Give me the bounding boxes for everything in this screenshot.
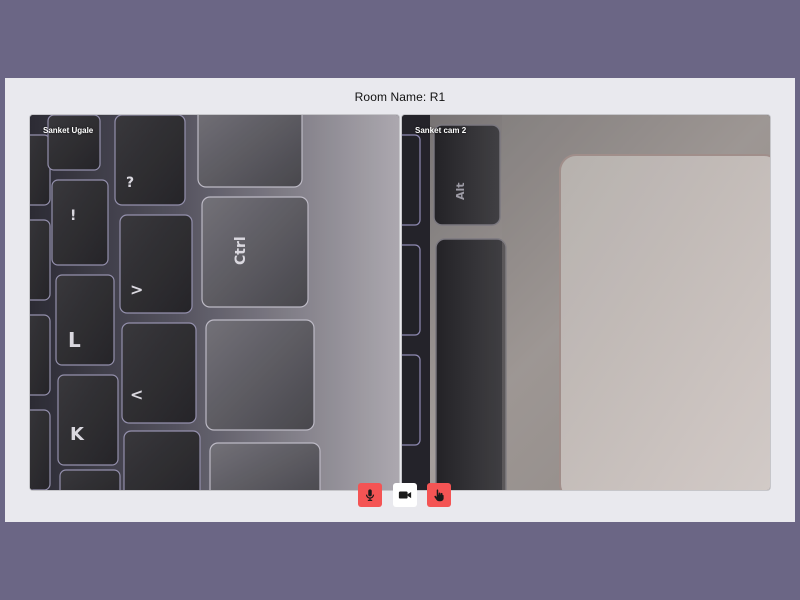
video-feed-touchpad: Alt [402,115,770,490]
hand-icon [434,489,444,502]
raise-hand-button[interactable] [427,483,451,507]
microphone-icon [365,489,375,501]
participant-name-label: Sanket Ugale [43,126,94,135]
video-tile-sanket-cam-2[interactable]: Alt Sanket cam 2 [402,115,770,490]
video-feed-keyboard: ! L K > < ? Ctrl [30,115,399,490]
call-controls [358,483,453,507]
mute-microphone-button[interactable] [358,483,382,507]
video-camera-icon [398,491,412,499]
meeting-panel: Room Name: R1 ! L K > < ? Ctrl Sanket Ug… [5,78,795,522]
toggle-camera-button[interactable] [393,483,417,507]
room-title: Room Name: R1 [354,90,446,104]
participant-name-label: Sanket cam 2 [415,126,467,135]
video-tile-sanket-ugale[interactable]: ! L K > < ? Ctrl Sanket Ugale [30,115,399,490]
